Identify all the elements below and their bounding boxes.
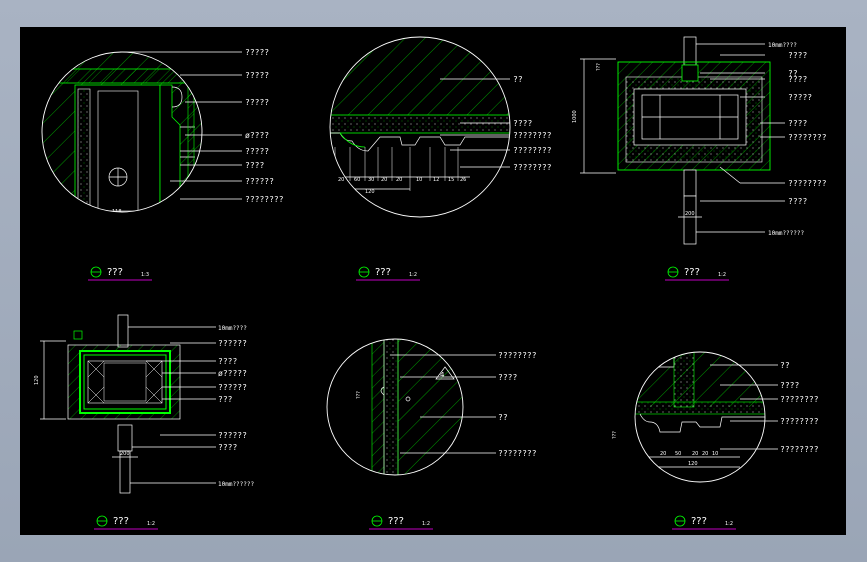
d2-dim-1: 20 [338, 177, 344, 183]
d6-dim-1: 20 [660, 451, 666, 457]
d6-side-text: ??? [612, 431, 618, 439]
d3-bottom-dim: 200 [685, 211, 695, 217]
detail-1: 118 ????? ????? ????? ø???? ????? ???? ?… [41, 48, 284, 281]
d6-dim-3: 20 [692, 451, 698, 457]
d3-title: ??? [684, 267, 700, 278]
d2-label-4: ???????? [513, 146, 552, 155]
d1-label-3: ????? [245, 98, 269, 107]
d2-dim-7: 12 [433, 177, 439, 183]
d3-side-text: ??? [596, 63, 602, 71]
d5-marker: 4 [440, 371, 445, 379]
d3-label-4: ???? [788, 75, 807, 84]
d1-label-1: ????? [245, 48, 269, 57]
d6-title-block: ??? 1:2 [672, 515, 736, 530]
d2-title-block: ??? 1:2 [356, 266, 420, 281]
d2-label-1: ?? [513, 75, 523, 84]
d3-label-1: 10mm???? [768, 42, 797, 49]
d2-label-2: ???? [513, 119, 532, 128]
d4-label-6: ??? [218, 395, 233, 404]
d5-title-block: ??? 1:2 [369, 515, 433, 530]
d6-title: ??? [691, 516, 707, 527]
d6-dim-2: 50 [675, 451, 681, 457]
d4-label-5: ?????? [218, 383, 247, 392]
d5-scale: 1:2 [422, 521, 430, 527]
d2-dim-6: 10 [416, 177, 422, 183]
d4-title: ??? [113, 516, 129, 527]
d1-label-6: ???? [245, 161, 264, 170]
d4-label-4: ø????? [218, 369, 247, 378]
d1-label-5: ????? [245, 147, 269, 156]
d4-bottom-dim: 200 [120, 451, 130, 457]
d4-label-3: ???? [218, 357, 237, 366]
d6-dim-4: 20 [702, 451, 708, 457]
d3-label-6: ???? [788, 119, 807, 128]
d2-dim-3: 30 [368, 177, 374, 183]
d6-label-5: ???????? [780, 445, 819, 454]
d1-label-4: ø???? [245, 131, 269, 140]
d3-scale: 1:2 [718, 272, 726, 278]
d1-label-8: ???????? [245, 195, 284, 204]
d1-title-block: ??? 1:3 [88, 266, 152, 281]
d5-side-text: ??? [356, 391, 362, 399]
d3-label-2: ???? [788, 51, 807, 60]
d5-label-4: ???????? [498, 449, 537, 458]
d3-label-5: ????? [788, 93, 812, 102]
d6-label-1: ?? [780, 361, 790, 370]
d2-dim-total: 120 [365, 189, 375, 195]
d4-title-block: ??? 1:2 [94, 515, 158, 530]
d4-scale: 1:2 [147, 521, 155, 527]
d3-label-8: ???????? [788, 179, 827, 188]
d4-label-1: 10mm???? [218, 325, 247, 332]
d2-dim-2: 60 [354, 177, 360, 183]
d3-height-dim: 1000 [572, 110, 578, 123]
d6-scale: 1:2 [725, 521, 733, 527]
d2-dim-5: 20 [396, 177, 402, 183]
d1-label-7: ?????? [245, 177, 274, 186]
d6-dim-5: 10 [712, 451, 718, 457]
d2-scale: 1:2 [409, 272, 417, 278]
d4-label-9: 10mm?????? [218, 481, 255, 488]
detail-5: 4 ??? ???????? ???? ?? ???????? ??? 1:2 [326, 338, 537, 530]
d4-label-8: ???? [218, 443, 237, 452]
detail-2: 20 60 30 20 20 10 12 15 26 120 ?? ???? ?… [329, 36, 552, 281]
d2-dim-8: 15 [448, 177, 454, 183]
d3-title-block: ??? 1:2 [665, 266, 729, 281]
d5-title: ??? [388, 516, 404, 527]
d2-label-5: ???????? [513, 163, 552, 172]
d4-height-dim: 120 [34, 375, 40, 385]
detail-4: 120 200 10mm???? ?????? ???? ø????? ????… [34, 314, 255, 530]
d6-label-3: ???????? [780, 395, 819, 404]
d5-label-3: ?? [498, 413, 508, 422]
d6-label-2: ???? [780, 381, 799, 390]
d5-label-2: ???? [498, 373, 517, 382]
d3-label-10: 10mm?????? [768, 230, 805, 237]
d3-label-7: ???????? [788, 133, 827, 142]
d1-scale: 1:3 [141, 272, 149, 278]
d2-dim-9: 26 [460, 177, 466, 183]
d5-label-1: ???????? [498, 351, 537, 360]
detail-6: 20 50 20 20 10 120 ??? ?? ???? ???????? … [612, 351, 819, 530]
detail-sheet: 118 ????? ????? ????? ø???? ????? ???? ?… [34, 36, 827, 530]
d6-dim-total: 120 [688, 461, 698, 467]
d2-title: ??? [375, 267, 391, 278]
d1-title: ??? [107, 267, 123, 278]
detail-3: 1000 ??? 200 10mm???? ???? ?? ???? ?????… [572, 36, 827, 281]
d2-label-3: ???????? [513, 131, 552, 140]
d4-label-7: ?????? [218, 431, 247, 440]
d3-label-9: ???? [788, 197, 807, 206]
cad-drawing-canvas[interactable]: 118 ????? ????? ????? ø???? ????? ???? ?… [20, 27, 846, 535]
d2-dim-4: 20 [381, 177, 387, 183]
d6-label-4: ???????? [780, 417, 819, 426]
d1-label-2: ????? [245, 71, 269, 80]
d4-label-2: ?????? [218, 339, 247, 348]
